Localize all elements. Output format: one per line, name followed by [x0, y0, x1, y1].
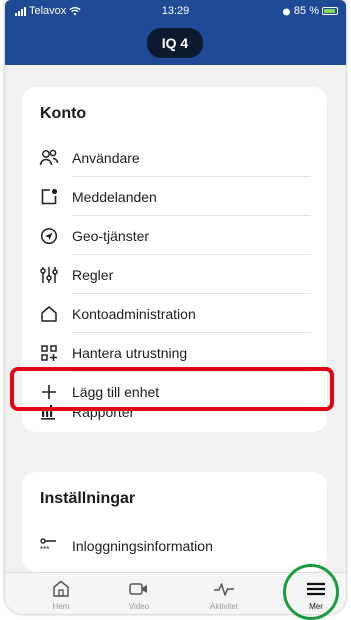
- menu-item-kontoadministration[interactable]: Kontoadministration: [22, 294, 327, 333]
- tab-aktivitet[interactable]: Aktivitet: [190, 573, 258, 614]
- menu-label: Meddelanden: [72, 188, 157, 205]
- battery-info: 85 %: [282, 5, 338, 17]
- sliders-icon: [39, 265, 59, 285]
- app-header: Telavox 13:29 85 % IQ 4: [5, 0, 346, 65]
- tab-label: Aktivitet: [209, 602, 238, 611]
- menu-label: Geo-tjänster: [72, 227, 150, 244]
- home-outline-icon: [39, 304, 59, 324]
- tab-mer[interactable]: Mer: [282, 573, 346, 614]
- menu-item-regler[interactable]: Regler: [22, 255, 327, 294]
- battery-percent: 85 %: [293, 5, 319, 17]
- menu-label: Inloggningsinformation: [72, 537, 213, 554]
- message-icon: [39, 187, 59, 207]
- video-camera-icon: [105, 579, 173, 599]
- menu-label: Rapporter: [72, 403, 135, 420]
- alarm-icon: [282, 8, 290, 15]
- status-bar: Telavox 13:29 85 %: [5, 0, 346, 22]
- menu-label: Kontoadministration: [72, 305, 196, 322]
- konto-heading: Konto: [40, 105, 87, 122]
- home-icon: [27, 579, 95, 599]
- menu-item-anvandare[interactable]: Användare: [22, 138, 327, 177]
- menu-label: Användare: [72, 149, 140, 166]
- key-password-icon: ***: [39, 536, 59, 556]
- svg-text:***: ***: [40, 545, 49, 554]
- phone-screen: Telavox 13:29 85 % IQ 4 Konto Användare: [5, 0, 346, 614]
- konto-card: Konto Användare Meddelanden Geo-tjänster: [22, 87, 327, 432]
- bottom-tab-bar: Hem Video Aktivitet Mer: [5, 572, 346, 614]
- battery-icon: [322, 7, 338, 15]
- location-arrow-icon: [39, 226, 59, 246]
- menu-label: Regler: [72, 266, 114, 283]
- tab-video[interactable]: Video: [105, 573, 173, 614]
- tab-hem[interactable]: Hem: [27, 573, 95, 614]
- tab-label: Mer: [309, 602, 323, 611]
- hamburger-menu-icon: [282, 579, 346, 599]
- menu-label: Hantera utrustning: [72, 344, 188, 361]
- menu-item-rapporter[interactable]: Rapporter: [22, 392, 327, 431]
- page-title[interactable]: IQ 4: [147, 28, 203, 58]
- menu-item-meddelanden[interactable]: Meddelanden: [22, 177, 327, 216]
- menu-item-geo-tjanster[interactable]: Geo-tjänster: [22, 216, 327, 255]
- installningar-card: Inställningar *** Inloggningsinformation: [22, 472, 327, 572]
- installningar-heading: Inställningar: [40, 490, 136, 507]
- tab-label: Video: [128, 602, 150, 611]
- devices-grid-icon: [39, 343, 59, 363]
- activity-pulse-icon: [190, 579, 258, 599]
- tab-label: Hem: [52, 602, 70, 611]
- users-icon: [39, 148, 59, 168]
- bar-chart-icon: [39, 402, 59, 422]
- menu-item-hantera-utrustning[interactable]: Hantera utrustning: [22, 333, 327, 372]
- menu-item-inloggningsinformation[interactable]: *** Inloggningsinformation: [22, 526, 327, 565]
